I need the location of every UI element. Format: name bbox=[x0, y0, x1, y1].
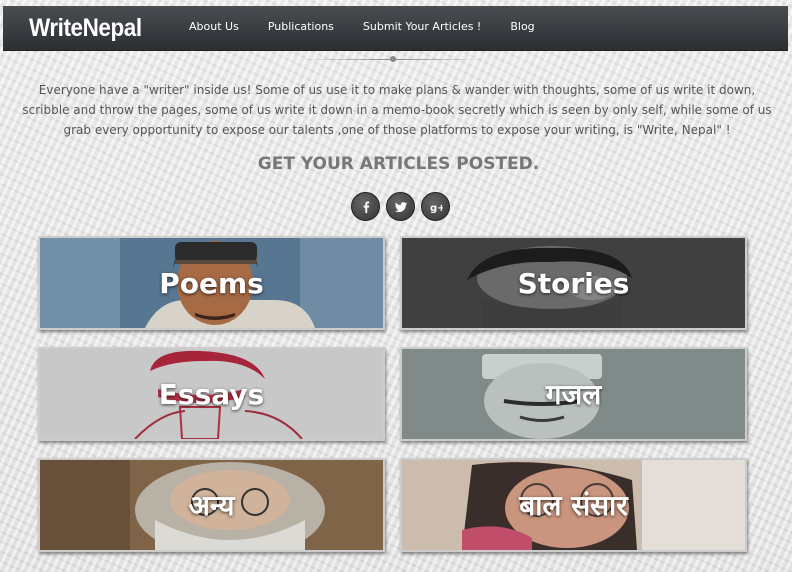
tile-label: Stories bbox=[517, 266, 630, 300]
tile-label: गजल bbox=[545, 378, 602, 411]
facebook-button[interactable] bbox=[351, 192, 380, 221]
twitter-icon bbox=[394, 201, 407, 212]
category-tile-essays[interactable]: Essays bbox=[38, 347, 385, 441]
brand-logo[interactable]: WriteNepal bbox=[29, 14, 142, 43]
nav-about-us[interactable]: About Us bbox=[189, 20, 239, 33]
svg-text:g+: g+ bbox=[430, 203, 443, 214]
google-plus-icon: g+ bbox=[430, 203, 443, 214]
page: WriteNepal About Us Publications Submit … bbox=[0, 0, 792, 572]
facebook-icon bbox=[363, 201, 369, 213]
google-plus-button[interactable]: g+ bbox=[421, 192, 450, 221]
category-tile-childrens-world[interactable]: बाल संसार bbox=[400, 458, 747, 552]
nav-publications[interactable]: Publications bbox=[268, 20, 334, 33]
navbar: WriteNepal About Us Publications Submit … bbox=[3, 6, 788, 51]
tile-label: Poems bbox=[159, 266, 264, 300]
intro-text: Everyone have a "writer" inside us! Some… bbox=[22, 83, 772, 137]
nav-blog[interactable]: Blog bbox=[510, 20, 534, 33]
category-tile-stories[interactable]: Stories bbox=[400, 236, 747, 330]
category-tile-ghazal[interactable]: गजल bbox=[400, 347, 747, 441]
tile-label: बाल संसार bbox=[519, 489, 628, 522]
nav-menu: About Us Publications Submit Your Articl… bbox=[189, 20, 564, 33]
social-links: g+ bbox=[351, 192, 456, 221]
category-tile-other[interactable]: अन्य bbox=[38, 458, 385, 552]
tile-label: Essays bbox=[158, 377, 265, 411]
category-tile-poems[interactable]: Poems bbox=[38, 236, 385, 330]
divider-dot bbox=[390, 56, 396, 62]
cta-heading: GET YOUR ARTICLES POSTED. bbox=[257, 154, 540, 174]
twitter-button[interactable] bbox=[386, 192, 415, 221]
tile-label: अन्य bbox=[188, 489, 235, 522]
nav-submit-articles[interactable]: Submit Your Articles ! bbox=[363, 20, 481, 33]
